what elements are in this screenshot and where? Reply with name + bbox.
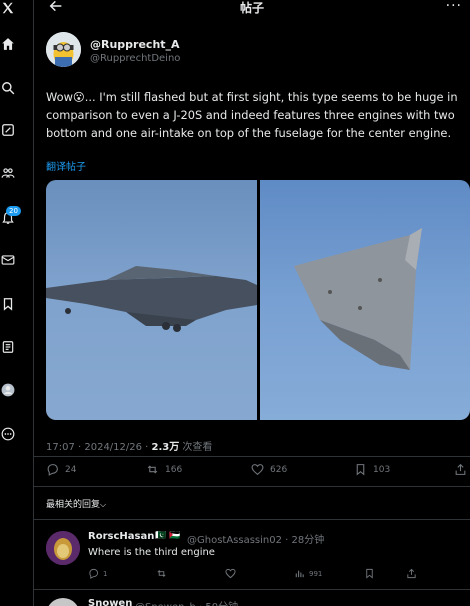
bookmark-icon bbox=[356, 464, 365, 476]
reply-reply-button[interactable]: 1 bbox=[88, 568, 107, 579]
separator bbox=[34, 456, 470, 457]
tweet-meta: 17:07 · 2024/12/26 · 2.3万 次查看 bbox=[46, 438, 212, 453]
translate-link[interactable]: 翻译帖子 bbox=[46, 158, 86, 173]
reply-author-handle[interactable]: @GhostAssassin02 · 28分钟 bbox=[187, 531, 324, 546]
reply-author-handle[interactable]: @Snowen_h · 50分钟 bbox=[135, 598, 238, 606]
reply-view-count: 991 bbox=[309, 569, 323, 578]
bookmark-count: 103 bbox=[373, 464, 391, 475]
retweet-button[interactable]: 166 bbox=[146, 463, 182, 476]
reply-author-name[interactable]: RorscHasan bbox=[88, 531, 154, 542]
reply-author-name[interactable]: Snowen bbox=[88, 598, 132, 606]
list-icon[interactable] bbox=[0, 339, 16, 355]
search-icon[interactable] bbox=[0, 80, 16, 96]
share-icon bbox=[407, 568, 416, 579]
reply-actions: 1 991 bbox=[88, 568, 428, 580]
reply-avatar[interactable] bbox=[46, 598, 80, 606]
reply-sort-dropdown[interactable]: 最相关的回复⌵ bbox=[46, 497, 106, 510]
tweet-actions: 24 166 626 103 bbox=[46, 463, 470, 479]
x-logo-icon[interactable] bbox=[0, 0, 16, 16]
profile-icon[interactable] bbox=[0, 382, 16, 398]
bookmark-button[interactable]: 103 bbox=[354, 463, 390, 476]
view-label: 次查看 bbox=[179, 442, 213, 453]
tweet-timestamp[interactable]: 17:07 · 2024/12/26 · bbox=[46, 442, 152, 453]
reply-button[interactable]: 24 bbox=[46, 463, 76, 476]
share-button[interactable] bbox=[454, 463, 467, 476]
reply-icon bbox=[47, 464, 58, 476]
bookmark-icon bbox=[366, 568, 373, 579]
reply-avatar[interactable] bbox=[46, 531, 80, 565]
reply-retweet-button[interactable] bbox=[156, 568, 167, 579]
mail-icon[interactable] bbox=[0, 252, 16, 268]
aircraft-photo-2[interactable] bbox=[260, 180, 470, 420]
compose-icon[interactable] bbox=[0, 122, 16, 138]
aircraft-photo-1[interactable] bbox=[46, 180, 257, 420]
communities-icon[interactable] bbox=[0, 165, 16, 181]
separator bbox=[34, 519, 470, 520]
chevron-down-icon: ⌵ bbox=[100, 500, 107, 509]
share-icon bbox=[455, 463, 466, 475]
media-grid bbox=[46, 180, 470, 420]
view-count: 2.3万 bbox=[151, 442, 180, 453]
more-circle-icon[interactable] bbox=[0, 426, 16, 442]
retweet-count: 166 bbox=[165, 464, 183, 475]
notification-badge: 20 bbox=[6, 206, 21, 216]
like-count: 626 bbox=[270, 464, 288, 475]
reply-text: Where is the third engine bbox=[88, 547, 215, 558]
page-title: 帖子 bbox=[239, 1, 264, 15]
separator bbox=[34, 486, 470, 487]
sort-label: 最相关的回复 bbox=[46, 500, 101, 510]
bookmark-icon[interactable] bbox=[0, 296, 16, 312]
separator bbox=[34, 589, 470, 590]
reply-like-button[interactable] bbox=[225, 568, 236, 579]
like-button[interactable]: 626 bbox=[251, 463, 287, 476]
reply-bookmark-button[interactable] bbox=[364, 568, 375, 579]
more-options-icon[interactable]: ··· bbox=[446, 0, 462, 14]
reply-share-button[interactable] bbox=[406, 568, 417, 579]
home-icon[interactable] bbox=[0, 36, 16, 52]
reply-count: 24 bbox=[65, 464, 77, 475]
heart-icon bbox=[225, 568, 236, 579]
retweet-icon bbox=[157, 570, 166, 577]
retweet-icon bbox=[147, 465, 158, 474]
author-avatar[interactable] bbox=[46, 32, 81, 67]
reply-views-button[interactable]: 991 bbox=[294, 568, 322, 579]
reply-icon bbox=[89, 568, 99, 579]
heart-icon bbox=[251, 464, 264, 476]
author-handle[interactable]: @RupprechtDeino bbox=[90, 53, 180, 64]
analytics-icon bbox=[295, 570, 304, 578]
reply-author-flags: 🇵🇰 🇵🇸 bbox=[155, 531, 181, 541]
tweet-text: Wow😮... I'm still flashed but at first s… bbox=[46, 90, 458, 140]
post-header: 帖子 ··· bbox=[34, 0, 470, 16]
nav-rail: 20 bbox=[0, 0, 21, 606]
reply-reply-count: 1 bbox=[103, 569, 108, 578]
column-divider bbox=[33, 0, 34, 606]
author-name[interactable]: @Rupprecht_A bbox=[90, 38, 180, 51]
